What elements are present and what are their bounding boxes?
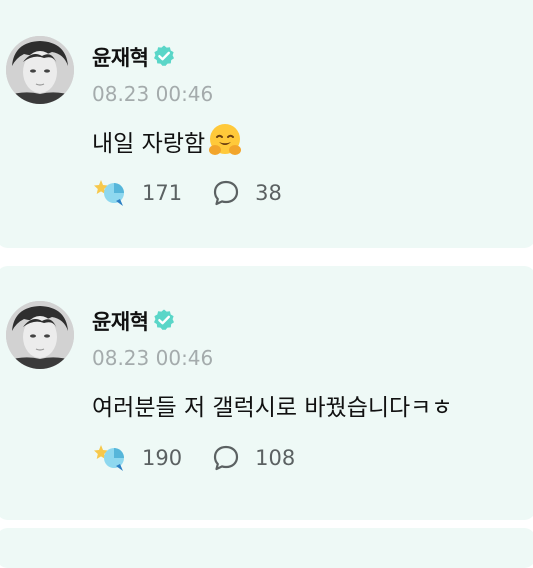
author-name-text: 윤재혁 [92, 46, 149, 70]
like-count: 190 [142, 446, 183, 470]
avatar[interactable] [6, 301, 74, 369]
speech-bubble-icon[interactable] [212, 179, 240, 207]
post-card[interactable]: 윤재혁 08.23 00:46 내일 자랑함 171 38 [0, 0, 533, 248]
post-content: 여러분들 저 갤럭시로 바꿨습니다ㅋㅎ [92, 395, 453, 421]
fan-light-icon[interactable] [92, 443, 128, 473]
author-name[interactable]: 윤재혁 [92, 306, 176, 336]
post-card[interactable]: 윤재혁 08.23 00:46 여러분들 저 갤럭시로 바꿨습니다ㅋㅎ 190 … [0, 266, 533, 520]
hugging-face-emoji [209, 124, 242, 155]
timestamp: 08.23 00:46 [92, 82, 214, 106]
comment-count: 38 [255, 181, 282, 205]
avatar[interactable] [6, 36, 74, 104]
verified-badge-icon [154, 45, 175, 66]
timestamp: 08.23 00:46 [92, 346, 214, 370]
author-name[interactable]: 윤재혁 [92, 42, 176, 72]
post-actions: 190 108 [92, 443, 295, 473]
post-card[interactable] [0, 528, 533, 568]
post-content: 내일 자랑함 [92, 123, 243, 159]
speech-bubble-icon[interactable] [212, 444, 240, 472]
verified-badge-icon [154, 309, 175, 330]
post-actions: 171 38 [92, 178, 282, 208]
like-count: 171 [142, 181, 183, 205]
fan-light-icon[interactable] [92, 178, 128, 208]
author-name-text: 윤재혁 [92, 310, 149, 334]
comment-count: 108 [255, 446, 296, 470]
post-content-text: 내일 자랑함 [92, 131, 206, 157]
